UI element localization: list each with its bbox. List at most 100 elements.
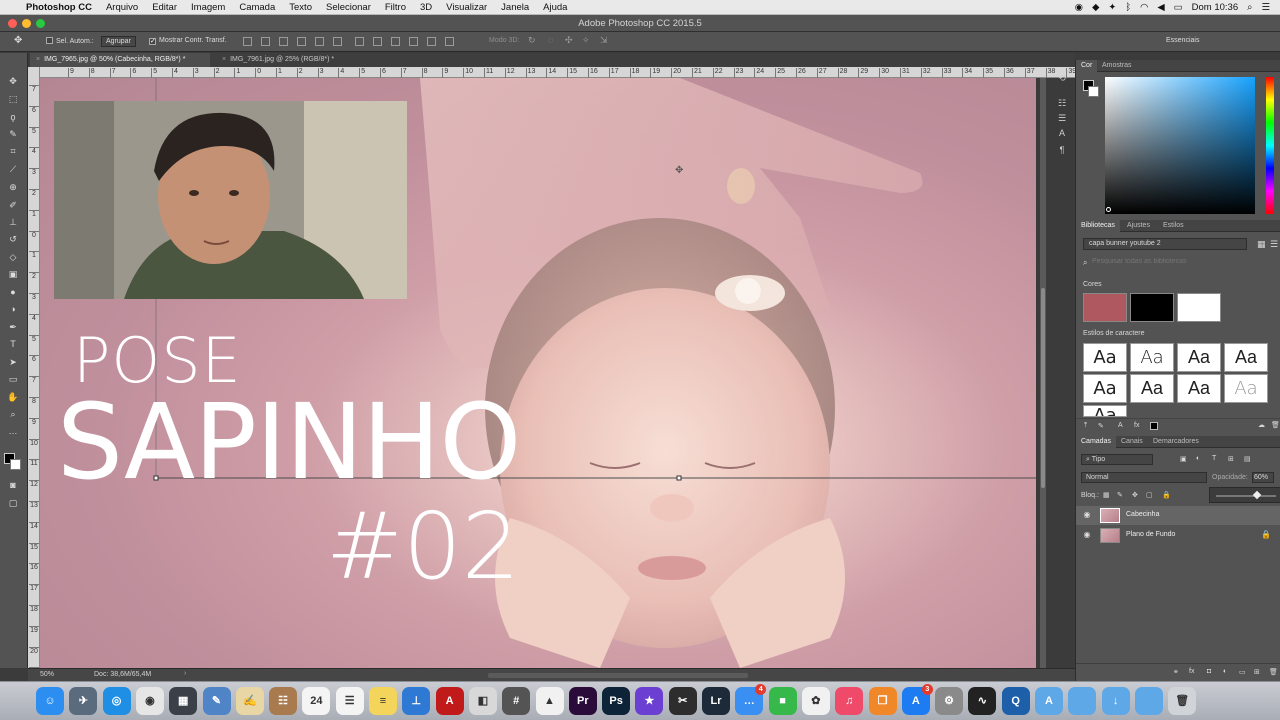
adjustment-layer-icon[interactable]: ◐ xyxy=(1223,668,1227,675)
distribute-top-icon[interactable] xyxy=(355,37,364,46)
launchpad-icon[interactable]: ✈ xyxy=(69,687,98,715)
tab-close-icon[interactable]: × xyxy=(222,56,226,63)
lock-all-icon[interactable]: 🔒 xyxy=(1162,491,1171,499)
photoshop-icon[interactable]: Ps xyxy=(602,687,631,715)
layer-row[interactable]: ◉ Cabecinha xyxy=(1076,506,1280,525)
library-char-style[interactable]: Aa xyxy=(1224,374,1268,403)
library-char-style[interactable]: Aa xyxy=(1224,343,1268,372)
ibooks-icon[interactable]: ❒ xyxy=(868,687,897,715)
reminders-icon[interactable]: ☰ xyxy=(335,687,364,715)
library-dropdown[interactable]: capa bunner youtube 2 xyxy=(1083,238,1247,250)
layer-name[interactable]: Plano de Fundo xyxy=(1126,531,1175,538)
layer-thumbnail[interactable] xyxy=(1100,528,1120,543)
filter-type-icon[interactable]: T xyxy=(1212,455,1216,462)
spotlight-icon[interactable]: ⌕ xyxy=(1247,2,1252,13)
menu-imagem[interactable]: Imagem xyxy=(191,2,225,13)
auto-select-checkbox[interactable]: Sel. Autom.: xyxy=(46,37,94,45)
status-menu-arrow-icon[interactable]: › xyxy=(184,670,186,677)
paragraph-panel-icon[interactable]: ¶ xyxy=(1056,144,1068,156)
workspace-selector[interactable]: Essenciais xyxy=(1166,37,1199,44)
menu-extra-icon[interactable]: ✦ xyxy=(1108,2,1116,13)
new-layer-icon[interactable]: ⊞ xyxy=(1254,668,1260,676)
type-tool-icon[interactable]: T xyxy=(6,338,20,350)
lock-position-icon[interactable]: ✥ xyxy=(1132,491,1138,499)
align-bottom-icon[interactable] xyxy=(279,37,288,46)
lock-artboard-icon[interactable]: ▢ xyxy=(1146,491,1153,499)
filter-adjustment-icon[interactable]: ◐ xyxy=(1196,455,1200,462)
menu-janela[interactable]: Janela xyxy=(501,2,529,13)
crop-tool-icon[interactable]: ⌗ xyxy=(6,145,20,157)
calendar-icon[interactable]: 24 xyxy=(302,687,331,715)
zoom-tool-icon[interactable]: ⌕ xyxy=(6,408,20,420)
dropbox-icon[interactable]: ◆ xyxy=(1092,2,1099,13)
wifi-icon[interactable]: ◠ xyxy=(1140,2,1148,13)
screen-mode-icon[interactable]: ▢ xyxy=(6,497,20,509)
gradient-tool-icon[interactable]: ▣ xyxy=(6,268,20,280)
messages-icon[interactable]: … 4 xyxy=(735,684,767,715)
preview-icon[interactable]: ✎ xyxy=(202,687,231,715)
battery-icon[interactable]: ▭ xyxy=(1174,2,1183,13)
library-add-graphic-icon[interactable]: ✎ xyxy=(1098,422,1104,430)
history-panel-icon[interactable]: ⟲ xyxy=(1056,72,1068,84)
rotate-3d-icon[interactable]: ↻ xyxy=(528,35,536,46)
layer-style-icon[interactable]: fx xyxy=(1189,668,1194,675)
align-left-icon[interactable] xyxy=(297,37,306,46)
properties-panel-icon[interactable]: ☷ xyxy=(1056,97,1068,109)
folder-documents-icon[interactable] xyxy=(1068,687,1097,715)
facetime-icon[interactable]: ■ xyxy=(768,687,797,715)
hand-tool-icon[interactable]: ✋ xyxy=(6,391,20,403)
lock-transparency-icon[interactable]: ▦ xyxy=(1103,491,1110,499)
finder-icon[interactable]: ☺ xyxy=(36,687,64,715)
zoom-window-button[interactable] xyxy=(36,19,45,28)
vertical-scroll-thumb[interactable] xyxy=(1041,288,1045,488)
notes-icon[interactable]: ≡ xyxy=(369,687,397,715)
folder-desktop-icon[interactable] xyxy=(1134,687,1163,715)
menu-arquivo[interactable]: Arquivo xyxy=(106,2,138,13)
lock-pixels-icon[interactable]: ✎ xyxy=(1117,491,1123,499)
menu-selecionar[interactable]: Selecionar xyxy=(326,2,371,13)
more-tools-icon[interactable]: … xyxy=(6,425,20,437)
opacity-slider-track[interactable] xyxy=(1216,495,1276,497)
final-cut-icon[interactable]: ✂ xyxy=(668,687,697,715)
library-add-layer-style-icon[interactable]: fx xyxy=(1134,422,1139,429)
quick-mask-icon[interactable]: ◙ xyxy=(6,479,20,491)
menu-3d[interactable]: 3D xyxy=(420,2,432,13)
horizontal-scroll-thumb[interactable] xyxy=(488,673,748,678)
layer-filter-dropdown[interactable]: ⌕ Tipo xyxy=(1081,454,1153,465)
tab-ajustes[interactable]: Ajustes xyxy=(1122,220,1155,232)
library-char-style[interactable]: Aa xyxy=(1177,343,1221,372)
close-window-button[interactable] xyxy=(8,19,17,28)
library-char-style[interactable]: Aa xyxy=(1083,405,1127,417)
tab-amostras[interactable]: Amostras xyxy=(1097,60,1137,72)
layer-row[interactable]: ◉ Plano de Fundo 🔒 xyxy=(1076,526,1280,545)
layer-visibility-eye-icon[interactable]: ◉ xyxy=(1082,510,1092,520)
zoom-level[interactable]: 50% xyxy=(40,671,54,678)
layer-thumbnail[interactable] xyxy=(1100,508,1120,523)
library-color-swatch[interactable] xyxy=(1083,293,1127,322)
library-char-style[interactable]: Aa xyxy=(1083,343,1127,372)
document-canvas[interactable]: ✥ POSE SAPINHO #02 xyxy=(40,78,1040,668)
roll-3d-icon[interactable]: ◌ xyxy=(548,35,553,45)
eyedropper-tool-icon[interactable]: ⟋ xyxy=(6,163,20,175)
opacity-value[interactable]: 60% xyxy=(1252,472,1274,483)
eraser-tool-icon[interactable]: ◇ xyxy=(6,251,20,263)
filter-pixel-icon[interactable]: ▣ xyxy=(1180,455,1187,463)
tab-img-7965[interactable]: × IMG_7965.jpg @ 50% (Cabecinha, RGB/8*) … xyxy=(30,53,210,67)
library-add-color-icon[interactable] xyxy=(1150,422,1158,430)
tab-demarcadores[interactable]: Demarcadores xyxy=(1148,436,1204,448)
move-tool-icon[interactable]: ✥ xyxy=(6,75,20,87)
notification-center-icon[interactable]: ☰ xyxy=(1261,2,1270,13)
align-top-icon[interactable] xyxy=(243,37,252,46)
align-vcenter-icon[interactable] xyxy=(261,37,270,46)
distribute-bottom-icon[interactable] xyxy=(391,37,400,46)
marquee-tool-icon[interactable]: ⬚ xyxy=(6,93,20,105)
filter-shape-icon[interactable]: ⊞ xyxy=(1228,455,1234,463)
blur-tool-icon[interactable]: ● xyxy=(6,286,20,298)
quicktime-icon[interactable]: Q xyxy=(1001,687,1030,715)
color-picker-marker[interactable] xyxy=(1106,207,1111,212)
menu-editar[interactable]: Editar xyxy=(152,2,177,13)
photo-booth-icon[interactable]: ▦ xyxy=(169,687,198,715)
bluetooth-icon[interactable]: ᛒ xyxy=(1125,2,1131,13)
activity-monitor-icon[interactable]: ∿ xyxy=(968,687,997,715)
archive-utility-icon[interactable]: ◧ xyxy=(468,687,497,715)
